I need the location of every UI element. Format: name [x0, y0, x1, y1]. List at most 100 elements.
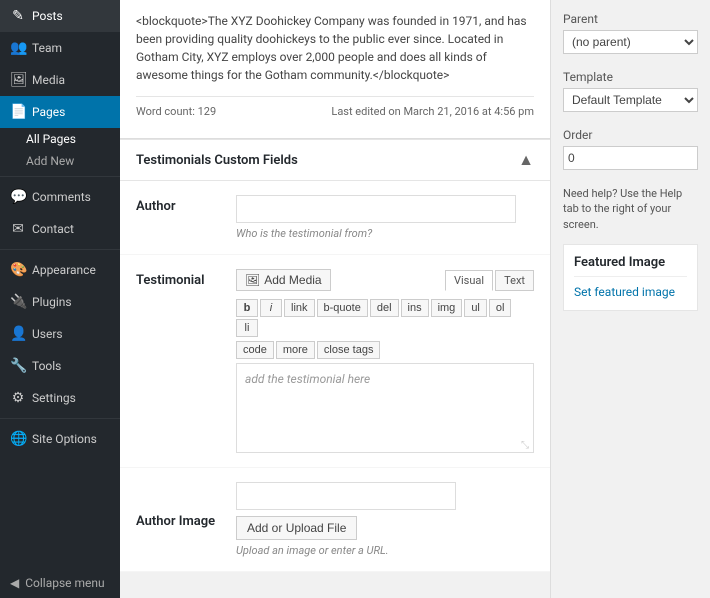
- posts-icon: ✎: [10, 8, 26, 24]
- sidebar-item-label: Site Options: [32, 432, 97, 446]
- right-sidebar: Parent (no parent) Template Default Temp…: [550, 0, 710, 598]
- featured-image-title: Featured Image: [574, 255, 687, 277]
- sidebar-item-users[interactable]: 👤 Users: [0, 318, 120, 350]
- sidebar-item-media[interactable]: 🖼 Media: [0, 64, 120, 96]
- sidebar-separator: [0, 176, 120, 177]
- format-more[interactable]: more: [276, 341, 315, 359]
- collapse-menu-button[interactable]: ◀ Collapse menu: [0, 568, 120, 598]
- format-ul[interactable]: ul: [464, 299, 487, 317]
- format-img[interactable]: img: [431, 299, 463, 317]
- featured-image-section: Featured Image Set featured image: [563, 244, 698, 311]
- format-bquote[interactable]: b-quote: [317, 299, 368, 317]
- order-section: Order: [563, 128, 698, 170]
- sidebar: ✎ Posts 👥 Team 🖼 Media 📄 Pages All Pages…: [0, 0, 120, 598]
- sidebar-item-pages[interactable]: 📄 Pages: [0, 96, 120, 128]
- format-italic[interactable]: i: [260, 299, 282, 317]
- add-media-button[interactable]: 🖼 Add Media: [236, 269, 331, 291]
- author-image-input[interactable]: [236, 482, 456, 510]
- parent-select[interactable]: (no parent): [563, 30, 698, 54]
- collapse-icon: ◀: [10, 576, 19, 590]
- comments-icon: 💬: [10, 189, 26, 205]
- text-tab[interactable]: Text: [495, 270, 534, 291]
- sidebar-item-label: Comments: [32, 190, 91, 204]
- author-field: Who is the testimonial from?: [236, 195, 534, 240]
- word-count-bar: Word count: 129 Last edited on March 21,…: [136, 96, 534, 126]
- sidebar-item-tools[interactable]: 🔧 Tools: [0, 350, 120, 382]
- format-bold[interactable]: b: [236, 299, 258, 317]
- content-area: <blockquote>The XYZ Doohickey Company wa…: [120, 0, 550, 139]
- sidebar-item-site-options[interactable]: 🌐 Site Options: [0, 423, 120, 455]
- last-edited: Last edited on March 21, 2016 at 4:56 pm: [331, 105, 534, 118]
- site-options-icon: 🌐: [10, 431, 26, 447]
- editor-toolbar: 🖼 Add Media Visual Text: [236, 269, 534, 291]
- sidebar-item-label: Tools: [32, 359, 61, 373]
- add-media-icon: 🖼: [245, 273, 260, 287]
- sidebar-item-contact[interactable]: ✉ Contact: [0, 213, 120, 245]
- template-section: Template Default Template: [563, 70, 698, 112]
- settings-icon: ⚙: [10, 390, 26, 406]
- sidebar-item-label: Contact: [32, 222, 74, 236]
- format-code[interactable]: code: [236, 341, 274, 359]
- sidebar-item-label: Appearance: [32, 263, 96, 277]
- visual-tab[interactable]: Visual: [445, 270, 493, 291]
- sidebar-item-label: Posts: [32, 9, 63, 23]
- format-ol[interactable]: ol: [489, 299, 512, 317]
- author-image-field: Add or Upload File Upload an image or en…: [236, 482, 534, 557]
- sidebar-item-label: Team: [32, 41, 62, 55]
- author-image-label: Author Image: [136, 510, 236, 529]
- word-count: Word count: 129: [136, 105, 216, 118]
- format-link[interactable]: link: [284, 299, 315, 317]
- sidebar-item-posts[interactable]: ✎ Posts: [0, 0, 120, 32]
- help-text: Need help? Use the Help tab to the right…: [563, 186, 698, 232]
- format-del[interactable]: del: [370, 299, 399, 317]
- sidebar-item-appearance[interactable]: 🎨 Appearance: [0, 254, 120, 286]
- sidebar-item-label: Plugins: [32, 295, 72, 309]
- sidebar-sub-add-new[interactable]: Add New: [0, 150, 120, 172]
- pages-icon: 📄: [10, 104, 26, 120]
- sidebar-item-label: Settings: [32, 391, 76, 405]
- template-select[interactable]: Default Template: [563, 88, 698, 112]
- appearance-icon: 🎨: [10, 262, 26, 278]
- parent-label: Parent: [563, 12, 698, 26]
- order-input[interactable]: [563, 146, 698, 170]
- main-content: <blockquote>The XYZ Doohickey Company wa…: [120, 0, 710, 598]
- sidebar-item-label: Pages: [32, 105, 65, 119]
- author-field-row: Author Who is the testimonial from?: [120, 181, 550, 255]
- testimonial-field-row: Testimonial 🖼 Add Media Visual Text: [120, 255, 550, 468]
- testimonial-label: Testimonial: [136, 269, 236, 288]
- section-toggle[interactable]: ▲: [518, 150, 534, 170]
- author-label: Author: [136, 195, 236, 214]
- contact-icon: ✉: [10, 221, 26, 237]
- editor-content[interactable]: add the testimonial here: [237, 364, 533, 444]
- format-close-tags[interactable]: close tags: [317, 341, 381, 359]
- sidebar-separator-3: [0, 418, 120, 419]
- team-icon: 👥: [10, 40, 26, 56]
- set-featured-image-link[interactable]: Set featured image: [574, 285, 675, 299]
- format-toolbar-2: code more close tags: [236, 337, 534, 363]
- format-ins[interactable]: ins: [401, 299, 429, 317]
- order-label: Order: [563, 128, 698, 142]
- editor-body[interactable]: add the testimonial here ⤡: [236, 363, 534, 453]
- format-li[interactable]: li: [236, 319, 258, 337]
- section-title: Testimonials Custom Fields: [136, 153, 298, 168]
- author-input[interactable]: [236, 195, 516, 223]
- sidebar-item-team[interactable]: 👥 Team: [0, 32, 120, 64]
- sidebar-item-label: Media: [32, 73, 65, 87]
- sidebar-sub-all-pages[interactable]: All Pages: [0, 128, 120, 150]
- author-hint: Who is the testimonial from?: [236, 227, 534, 240]
- blockquote-text: <blockquote>The XYZ Doohickey Company wa…: [136, 12, 534, 84]
- sidebar-separator-2: [0, 249, 120, 250]
- center-panel: <blockquote>The XYZ Doohickey Company wa…: [120, 0, 550, 598]
- sidebar-item-comments[interactable]: 💬 Comments: [0, 181, 120, 213]
- upload-file-button[interactable]: Add or Upload File: [236, 516, 357, 540]
- parent-section: Parent (no parent): [563, 12, 698, 54]
- sidebar-item-plugins[interactable]: 🔌 Plugins: [0, 286, 120, 318]
- users-icon: 👤: [10, 326, 26, 342]
- editor-tabs: Visual Text: [445, 270, 534, 291]
- sidebar-item-label: Users: [32, 327, 63, 341]
- testimonial-field: 🖼 Add Media Visual Text: [236, 269, 534, 453]
- media-icon: 🖼: [10, 72, 26, 88]
- sidebar-item-settings[interactable]: ⚙ Settings: [0, 382, 120, 414]
- tools-icon: 🔧: [10, 358, 26, 374]
- resize-handle[interactable]: ⤡: [521, 440, 531, 450]
